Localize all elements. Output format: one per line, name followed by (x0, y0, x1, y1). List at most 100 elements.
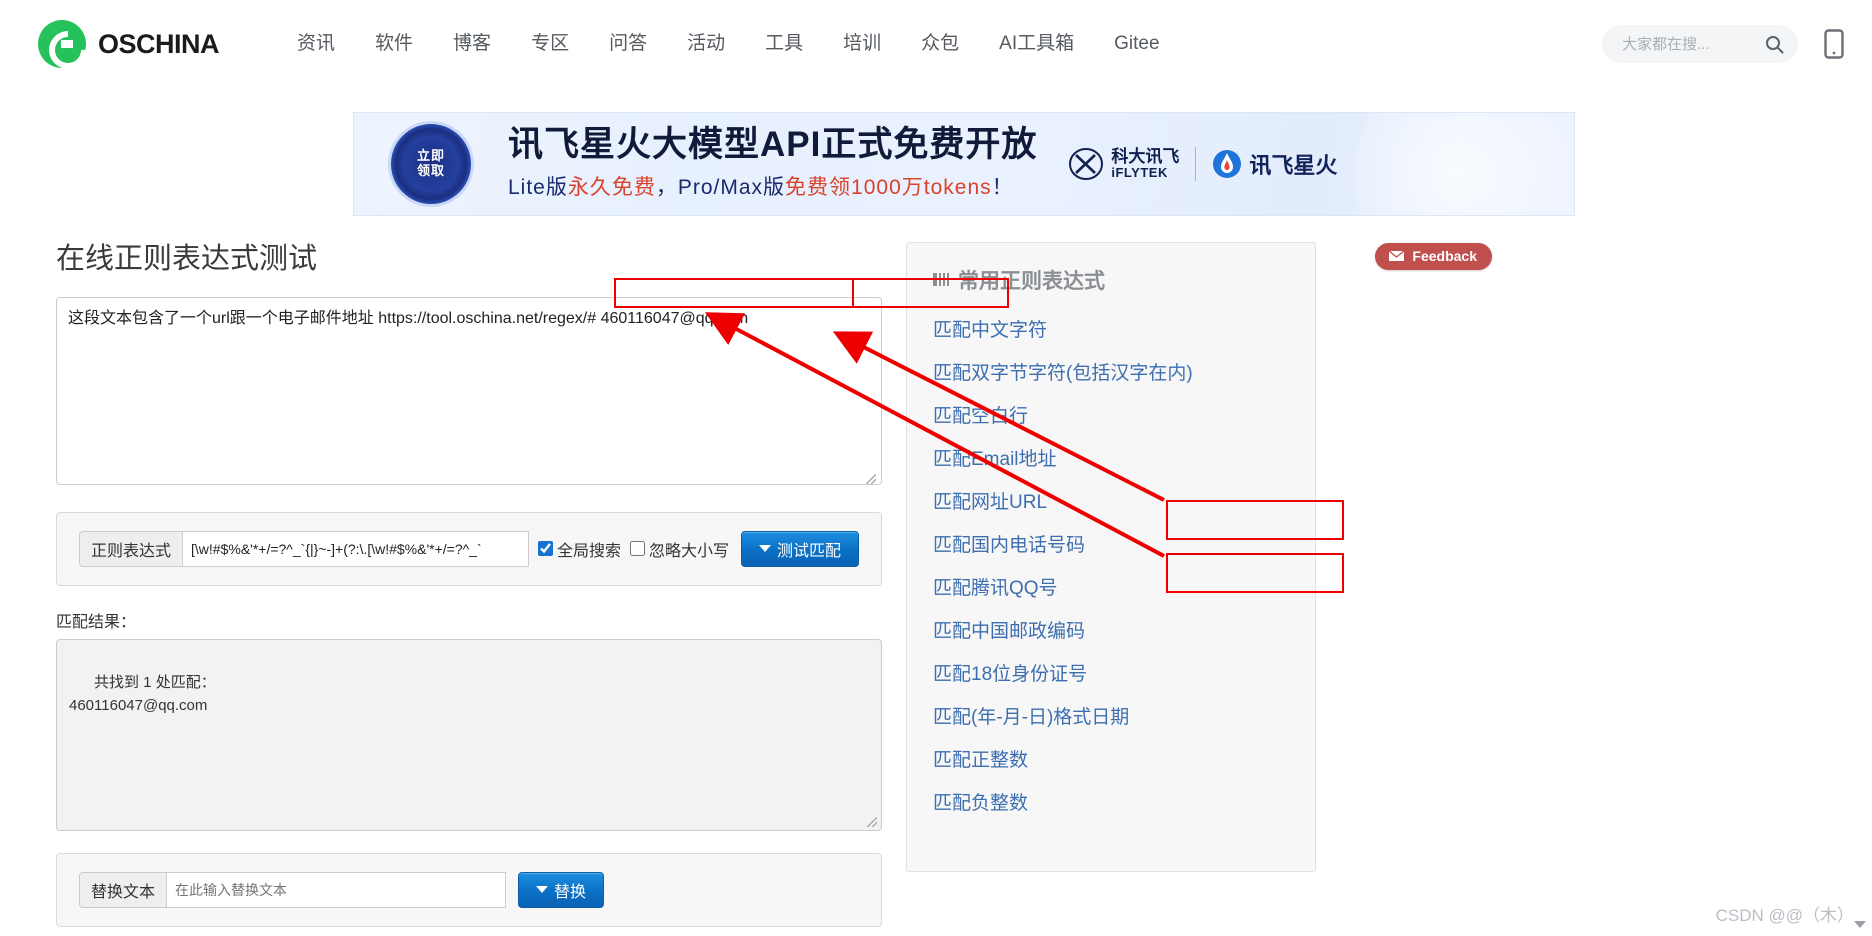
nav-item-zhuanqu[interactable]: 专区 (511, 0, 589, 88)
promo-banner[interactable]: 立即 领取 讯飞星火大模型API正式免费开放 Lite版永久免费，Pro/Max… (353, 112, 1575, 216)
feedback-label: Feedback (1412, 248, 1477, 264)
list-item: 匹配中国邮政编码 (933, 616, 1289, 643)
search-icon[interactable] (1765, 35, 1784, 54)
iflytek-wordmark: 科大讯飞 iFLYTEK (1111, 148, 1179, 179)
replace-label: 替换文本 (79, 871, 167, 908)
match-result-box: 共找到 1 处匹配： 460116047@qq.com (56, 638, 882, 831)
global-search-checkbox[interactable] (537, 541, 553, 557)
banner-sub-suffix: ！ (991, 175, 1014, 199)
replace-button-label: 替换 (554, 883, 587, 901)
nav-item-peixun[interactable]: 培训 (823, 0, 901, 88)
logo-divider (1195, 147, 1197, 181)
sidebar-item-qq[interactable]: 匹配腾讯QQ号 (933, 578, 1058, 599)
iflytek-name-en: iFLYTEK (1111, 165, 1168, 181)
sidebar-item-postal-code[interactable]: 匹配中国邮政编码 (933, 621, 1085, 642)
spark-wordmark: 讯飞星火 (1249, 153, 1338, 178)
list-item: 匹配腾讯QQ号 (933, 573, 1289, 600)
banner-seal-line2: 领取 (416, 163, 445, 178)
replace-panel: 替换文本 替换 (56, 852, 882, 927)
ignore-case-label: 忽略大小写 (648, 542, 729, 560)
sidebar-item-negative-int[interactable]: 匹配负整数 (933, 793, 1028, 814)
sidebar-item-url[interactable]: 匹配网址URL (933, 492, 1047, 513)
common-regex-card: 常用正则表达式 匹配中文字符 匹配双字节字符(包括汉字在内) 匹配空白行 匹配E… (906, 242, 1316, 872)
page-content: 在线正则表达式测试 这段文本包含了一个url跟一个电子邮件地址 https://… (56, 216, 1316, 927)
sidebar-item-positive-int[interactable]: 匹配正整数 (933, 750, 1028, 771)
iflytek-name-cn: 科大讯飞 (1111, 147, 1180, 167)
sidebar-item-double-byte[interactable]: 匹配双字节字符(包括汉字在内) (933, 363, 1193, 384)
spark-mark-icon (1213, 150, 1242, 178)
search-input[interactable] (1620, 34, 1765, 54)
result-label: 匹配结果： (56, 613, 137, 631)
list-item: 匹配国内电话号码 (933, 530, 1289, 557)
iflytek-mark-icon (1069, 148, 1104, 180)
test-match-label: 测试匹配 (776, 542, 841, 560)
source-text-area[interactable]: 这段文本包含了一个url跟一个电子邮件地址 https://tool.oschi… (56, 296, 882, 485)
ignore-case-option[interactable]: 忽略大小写 (629, 531, 729, 567)
nav-item-ai-toolbox[interactable]: AI工具箱 (979, 0, 1094, 88)
nav-item-zhongbao[interactable]: 众包 (901, 0, 979, 88)
list-item: 匹配空白行 (933, 401, 1289, 428)
sidebar-item-date[interactable]: 匹配(年-月-日)格式日期 (933, 707, 1129, 728)
brand-logo[interactable]: OSCHINA (38, 20, 220, 68)
list-item: 匹配Email地址 (933, 444, 1289, 471)
list-icon (933, 273, 949, 286)
source-resize-handle[interactable] (866, 474, 876, 484)
global-search-label: 全局搜索 (556, 542, 621, 560)
sidebar-title: 常用正则表达式 (933, 265, 1289, 295)
sidebar-item-chinese-char[interactable]: 匹配中文字符 (933, 320, 1047, 341)
replace-button[interactable]: 替换 (518, 871, 605, 908)
scroll-down-caret-icon[interactable] (1854, 921, 1866, 928)
csdn-watermark: CSDN @@（木） (1715, 906, 1854, 925)
sidebar-column: 常用正则表达式 匹配中文字符 匹配双字节字符(包括汉字在内) 匹配空白行 匹配E… (906, 242, 1316, 872)
nav-item-gongju[interactable]: 工具 (745, 0, 823, 88)
banner-title: 讯飞星火大模型API正式免费开放 (508, 125, 1038, 165)
chevron-down-icon (536, 886, 549, 894)
iflytek-logo: 科大讯飞 iFLYTEK (1067, 145, 1179, 183)
sidebar-item-email[interactable]: 匹配Email地址 (933, 449, 1057, 470)
sidebar-item-phone[interactable]: 匹配国内电话号码 (933, 535, 1085, 556)
list-item: 匹配(年-月-日)格式日期 (933, 702, 1289, 729)
search-box[interactable] (1602, 25, 1798, 63)
replace-input-group: 替换文本 替换 (79, 871, 859, 908)
banner-wrap: 立即 领取 讯飞星火大模型API正式免费开放 Lite版永久免费，Pro/Max… (0, 88, 1872, 216)
regex-panel: 正则表达式 全局搜索 忽略大小写 测试匹配 (56, 511, 882, 586)
nav-item-zixun[interactable]: 资讯 (277, 0, 355, 88)
main-column: 在线正则表达式测试 这段文本包含了一个url跟一个电子邮件地址 https://… (56, 242, 882, 927)
chevron-down-icon (758, 545, 771, 553)
list-item: 匹配负整数 (933, 788, 1289, 815)
regex-label: 正则表达式 (79, 530, 183, 567)
brand-name: OSCHINA (98, 28, 220, 59)
common-regex-list: 匹配中文字符 匹配双字节字符(包括汉字在内) 匹配空白行 匹配Email地址 匹… (933, 315, 1289, 815)
nav-item-wenda[interactable]: 问答 (589, 0, 667, 88)
nav-item-boke[interactable]: 博客 (433, 0, 511, 88)
main-navigation: 资讯 软件 博客 专区 问答 活动 工具 培训 众包 AI工具箱 Gitee (277, 0, 1180, 88)
list-item: 匹配正整数 (933, 745, 1289, 772)
banner-logos: 科大讯飞 iFLYTEK 讯飞星火 (1067, 145, 1337, 183)
ignore-case-checkbox[interactable] (629, 541, 645, 557)
site-header: OSCHINA 资讯 软件 博客 专区 问答 活动 工具 培训 众包 AI工具箱… (0, 0, 1872, 88)
banner-sub-highlight-2: 免费领1000万tokens (785, 175, 992, 199)
list-item: 匹配网址URL (933, 487, 1289, 514)
result-resize-handle[interactable] (867, 816, 877, 827)
sidebar-item-blank-line[interactable]: 匹配空白行 (933, 406, 1028, 427)
banner-sub-mid: ，Pro/Max版 (655, 175, 786, 199)
sidebar-item-id-card[interactable]: 匹配18位身份证号 (933, 664, 1087, 685)
global-search-option[interactable]: 全局搜索 (537, 531, 621, 567)
regex-input-group: 正则表达式 全局搜索 忽略大小写 测试匹配 (79, 530, 859, 567)
oschina-logo-icon (38, 20, 86, 68)
match-result-text: 共找到 1 处匹配： 460116047@qq.com (69, 674, 216, 714)
nav-item-gitee[interactable]: Gitee (1094, 0, 1179, 88)
regex-input[interactable] (182, 530, 529, 567)
replace-input[interactable] (166, 871, 507, 908)
test-match-button[interactable]: 测试匹配 (740, 530, 859, 567)
banner-sub-prefix: Lite版 (508, 175, 568, 199)
feedback-button[interactable]: Feedback (1375, 243, 1492, 270)
envelope-icon (1388, 250, 1406, 262)
banner-seal-icon: 立即 领取 (388, 121, 474, 207)
nav-item-huodong[interactable]: 活动 (667, 0, 745, 88)
header-right (1602, 25, 1844, 63)
mobile-app-icon[interactable] (1824, 29, 1844, 59)
nav-item-ruanjian[interactable]: 软件 (355, 0, 433, 88)
spark-logo: 讯飞星火 (1212, 148, 1337, 180)
list-item: 匹配中文字符 (933, 315, 1289, 342)
